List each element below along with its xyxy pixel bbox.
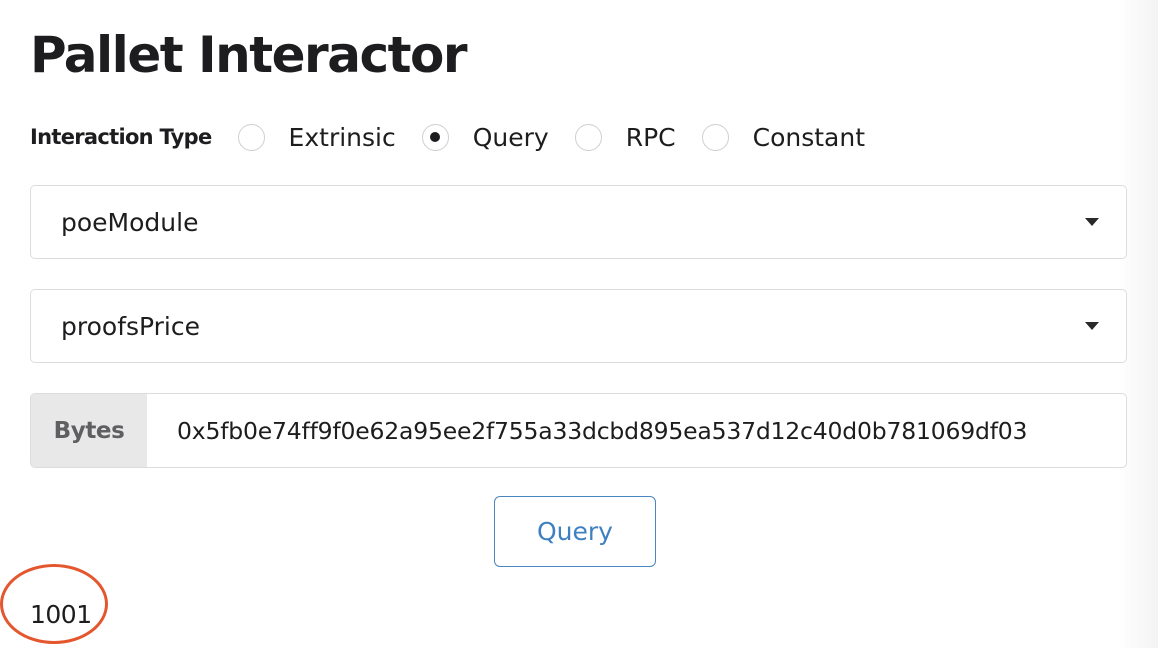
- query-result: 1001: [30, 600, 92, 629]
- caret-down-icon[interactable]: [1085, 322, 1099, 330]
- radio-extrinsic[interactable]: Extrinsic: [237, 123, 396, 152]
- radio-button-query[interactable]: [421, 123, 449, 151]
- pallet-dropdown-value: poeModule: [61, 207, 199, 237]
- interaction-type-label: Interaction Type: [30, 125, 212, 149]
- radio-label-query[interactable]: Query: [473, 123, 549, 152]
- radio-label-rpc[interactable]: RPC: [626, 123, 676, 152]
- bytes-input-label: Bytes: [31, 394, 147, 467]
- callable-dropdown[interactable]: proofsPrice: [30, 289, 1127, 363]
- radio-query[interactable]: Query: [421, 123, 549, 152]
- radio-button-constant[interactable]: [701, 123, 729, 151]
- radio-rpc[interactable]: RPC: [574, 123, 676, 152]
- bytes-input-group: Bytes 0x5fb0e74ff9f0e62a95ee2f755a33dcbd…: [30, 393, 1127, 468]
- query-button[interactable]: Query: [494, 496, 656, 567]
- radio-button-rpc[interactable]: [574, 123, 602, 151]
- radio-button-extrinsic[interactable]: [237, 123, 265, 151]
- callable-dropdown-value: proofsPrice: [61, 311, 201, 341]
- page-title: Pallet Interactor: [30, 26, 468, 84]
- bytes-input[interactable]: 0x5fb0e74ff9f0e62a95ee2f755a33dcbd895ea5…: [147, 394, 1126, 467]
- pallet-dropdown[interactable]: poeModule: [30, 185, 1127, 259]
- radio-label-constant[interactable]: Constant: [753, 123, 865, 152]
- caret-down-icon[interactable]: [1085, 218, 1099, 226]
- radio-constant[interactable]: Constant: [701, 123, 865, 152]
- radio-label-extrinsic[interactable]: Extrinsic: [289, 123, 396, 152]
- interaction-type-group: Interaction Type Extrinsic Query RPC Con…: [30, 114, 891, 160]
